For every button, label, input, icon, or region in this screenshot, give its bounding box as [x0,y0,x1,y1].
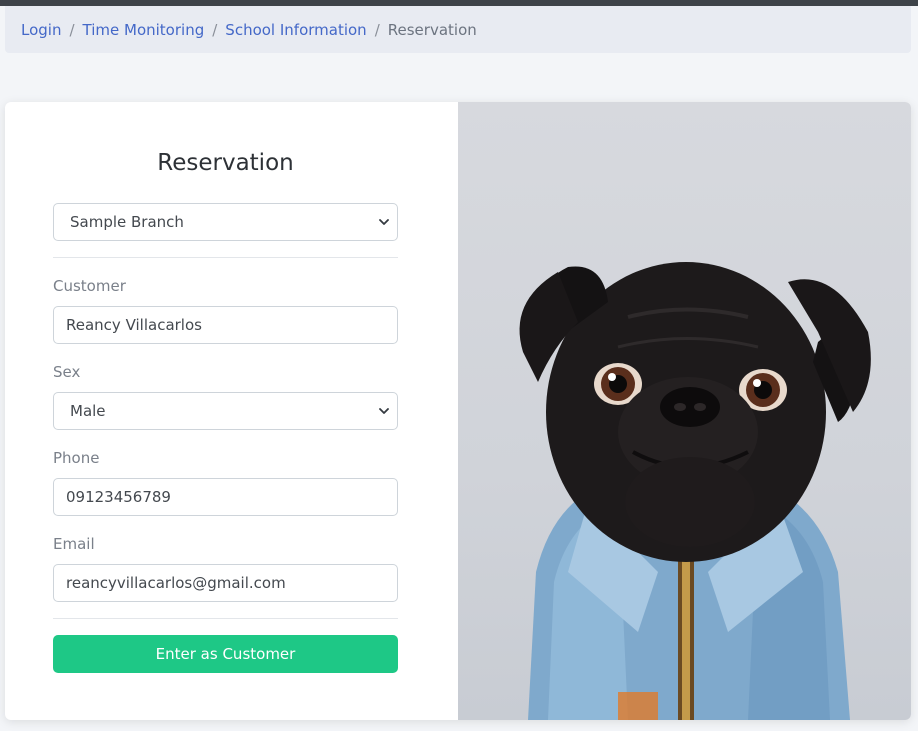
customer-label: Customer [53,277,126,295]
breadcrumb-time-monitoring[interactable]: Time Monitoring [83,21,205,39]
email-label: Email [53,535,95,553]
breadcrumb-school-information[interactable]: School Information [225,21,366,39]
breadcrumb-separator: / [69,20,75,39]
breadcrumb-separator: / [212,20,218,39]
divider [53,618,398,619]
divider [53,257,398,258]
sex-label: Sex [53,363,81,381]
page-title: Reservation [157,150,294,176]
sex-select[interactable]: Male [53,392,398,430]
email-input-value: reancyvillacarlos@gmail.com [66,574,286,592]
email-input[interactable]: reancyvillacarlos@gmail.com [53,564,398,602]
branch-select-value: Sample Branch [70,213,184,231]
phone-label: Phone [53,449,100,467]
reservation-card: Reservation Sample Branch Customer Reanc… [5,102,911,720]
chevron-down-icon [379,219,389,225]
customer-input-value: Reancy Villacarlos [66,316,202,334]
customer-input[interactable]: Reancy Villacarlos [53,306,398,344]
chevron-down-icon [379,408,389,414]
enter-as-customer-button[interactable]: Enter as Customer [53,635,398,673]
pug-photo [458,102,911,720]
sex-select-value: Male [70,402,106,420]
breadcrumb-login[interactable]: Login [21,21,61,39]
breadcrumb-separator: / [374,20,380,39]
branch-select[interactable]: Sample Branch [53,203,398,241]
breadcrumb: Login / Time Monitoring / School Informa… [5,6,911,53]
phone-input[interactable]: 09123456789 [53,478,398,516]
breadcrumb-current: Reservation [387,20,477,39]
pug-illustration [519,262,871,720]
reservation-form: Reservation Sample Branch Customer Reanc… [5,102,458,720]
phone-input-value: 09123456789 [66,488,171,506]
